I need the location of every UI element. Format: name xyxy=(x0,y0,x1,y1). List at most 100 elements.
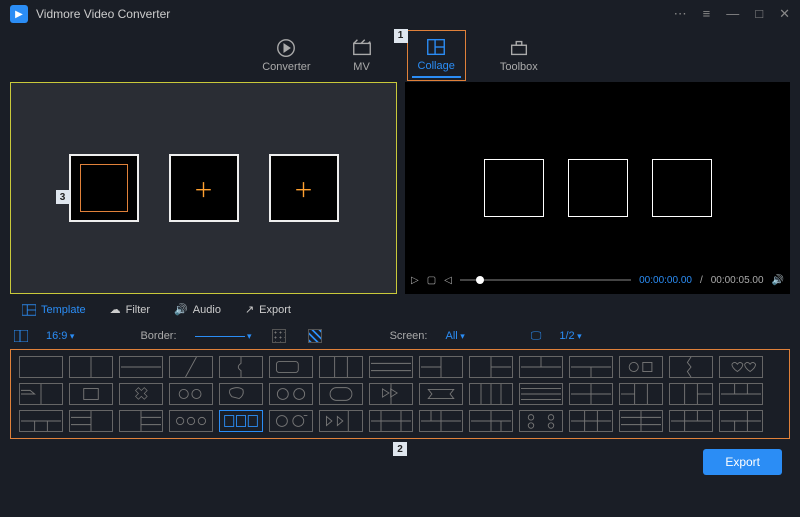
template-item[interactable] xyxy=(719,356,763,378)
tab-audio-label: Audio xyxy=(193,304,221,316)
seek-bar[interactable] xyxy=(460,279,631,281)
stop-icon[interactable]: ▢ xyxy=(427,275,436,286)
nav-mv[interactable]: MV xyxy=(345,34,379,77)
callout-3: 3 xyxy=(56,190,70,204)
template-item[interactable] xyxy=(419,410,463,432)
template-item[interactable] xyxy=(219,383,263,405)
ratio-dropdown[interactable]: 16:9 xyxy=(46,330,74,342)
nav-collage[interactable]: Collage xyxy=(412,33,461,78)
minimize-icon[interactable]: — xyxy=(726,6,739,22)
app-logo: ▶ xyxy=(10,5,28,23)
template-item[interactable] xyxy=(469,356,513,378)
close-icon[interactable]: ✕ xyxy=(779,6,790,22)
template-item[interactable] xyxy=(369,356,413,378)
template-item[interactable] xyxy=(519,410,563,432)
tab-template[interactable]: Template xyxy=(14,301,94,319)
template-item[interactable] xyxy=(19,410,63,432)
template-item[interactable] xyxy=(569,410,613,432)
volume-icon[interactable]: 🔊 xyxy=(772,275,784,286)
template-item[interactable] xyxy=(269,410,313,432)
monitor-icon: 🖵 xyxy=(531,330,542,343)
template-item[interactable] xyxy=(169,410,213,432)
collage-cell-2[interactable]: ＋ xyxy=(169,154,239,222)
collage-cell-1-highlight xyxy=(80,164,128,212)
template-item[interactable] xyxy=(719,383,763,405)
template-item[interactable] xyxy=(419,356,463,378)
tab-filter-label: Filter xyxy=(126,304,150,316)
cloud-icon: ☁ xyxy=(110,303,121,316)
maximize-icon[interactable]: □ xyxy=(755,6,763,22)
split-dropdown[interactable]: 1/2 xyxy=(559,330,581,342)
export-icon: ↗ xyxy=(245,303,254,316)
template-item[interactable] xyxy=(369,383,413,405)
template-item[interactable] xyxy=(69,410,113,432)
template-item[interactable] xyxy=(619,410,663,432)
template-item[interactable] xyxy=(269,383,313,405)
template-item-selected[interactable] xyxy=(219,410,263,432)
screen-label: Screen: xyxy=(390,330,428,342)
template-item[interactable] xyxy=(69,383,113,405)
tab-export[interactable]: ↗ Export xyxy=(237,300,299,319)
template-item[interactable] xyxy=(619,356,663,378)
border-color-picker[interactable] xyxy=(272,329,286,343)
preview-cell xyxy=(652,159,712,217)
callout-2: 2 xyxy=(393,442,407,456)
template-item[interactable] xyxy=(669,410,713,432)
collage-cell-1[interactable]: 3 ＋ xyxy=(69,154,139,222)
time-sep: / xyxy=(700,275,703,286)
nav-toolbox[interactable]: Toolbox xyxy=(494,34,544,77)
template-item[interactable] xyxy=(419,383,463,405)
template-item[interactable] xyxy=(619,383,663,405)
add-icon: ＋ xyxy=(294,174,314,203)
template-item[interactable] xyxy=(669,383,713,405)
preview-cell xyxy=(484,159,544,217)
template-item[interactable] xyxy=(219,356,263,378)
template-item[interactable] xyxy=(519,383,563,405)
template-item[interactable] xyxy=(119,383,163,405)
border-label: Border: xyxy=(140,330,176,342)
tab-audio[interactable]: 🔊 Audio xyxy=(166,300,229,319)
template-item[interactable] xyxy=(19,383,63,405)
nav-converter[interactable]: Converter xyxy=(256,34,316,77)
border-pattern-picker[interactable] xyxy=(308,329,322,343)
template-item[interactable] xyxy=(569,383,613,405)
ratio-icon xyxy=(14,330,28,342)
screen-dropdown[interactable]: All xyxy=(445,330,464,342)
border-style-dropdown[interactable] xyxy=(195,330,252,342)
add-icon: ＋ xyxy=(194,174,214,203)
template-item[interactable] xyxy=(469,383,513,405)
template-item[interactable] xyxy=(269,356,313,378)
template-item[interactable] xyxy=(19,356,63,378)
play-icon[interactable]: ▷ xyxy=(411,275,419,286)
template-item[interactable] xyxy=(119,410,163,432)
template-item[interactable] xyxy=(469,410,513,432)
collage-editor[interactable]: 3 ＋ ＋ ＋ xyxy=(10,82,397,294)
template-item[interactable] xyxy=(319,410,363,432)
template-grid: 2 xyxy=(10,349,790,439)
template-item[interactable] xyxy=(319,356,363,378)
template-item[interactable] xyxy=(369,410,413,432)
tab-export-label: Export xyxy=(259,304,291,316)
nav-collage-label: Collage xyxy=(418,60,455,72)
template-item[interactable] xyxy=(569,356,613,378)
export-button[interactable]: Export xyxy=(703,449,782,475)
callout-1: 1 xyxy=(394,29,408,43)
template-item[interactable] xyxy=(519,356,563,378)
feedback-icon[interactable]: ⋯ xyxy=(674,6,687,22)
tab-filter[interactable]: ☁ Filter xyxy=(102,300,158,319)
collage-cell-3[interactable]: ＋ xyxy=(269,154,339,222)
menu-icon[interactable]: ≡ xyxy=(703,6,711,22)
audio-icon: 🔊 xyxy=(174,303,188,316)
nav-mv-label: MV xyxy=(353,61,370,73)
tab-template-label: Template xyxy=(41,304,86,316)
prev-icon[interactable]: ◁ xyxy=(444,275,452,286)
template-item[interactable] xyxy=(169,356,213,378)
template-item[interactable] xyxy=(169,383,213,405)
template-item[interactable] xyxy=(319,383,363,405)
template-item[interactable] xyxy=(119,356,163,378)
template-item[interactable] xyxy=(69,356,113,378)
template-item[interactable] xyxy=(719,410,763,432)
app-title: Vidmore Video Converter xyxy=(36,7,170,21)
template-item[interactable] xyxy=(669,356,713,378)
time-total: 00:00:05.00 xyxy=(711,275,764,286)
